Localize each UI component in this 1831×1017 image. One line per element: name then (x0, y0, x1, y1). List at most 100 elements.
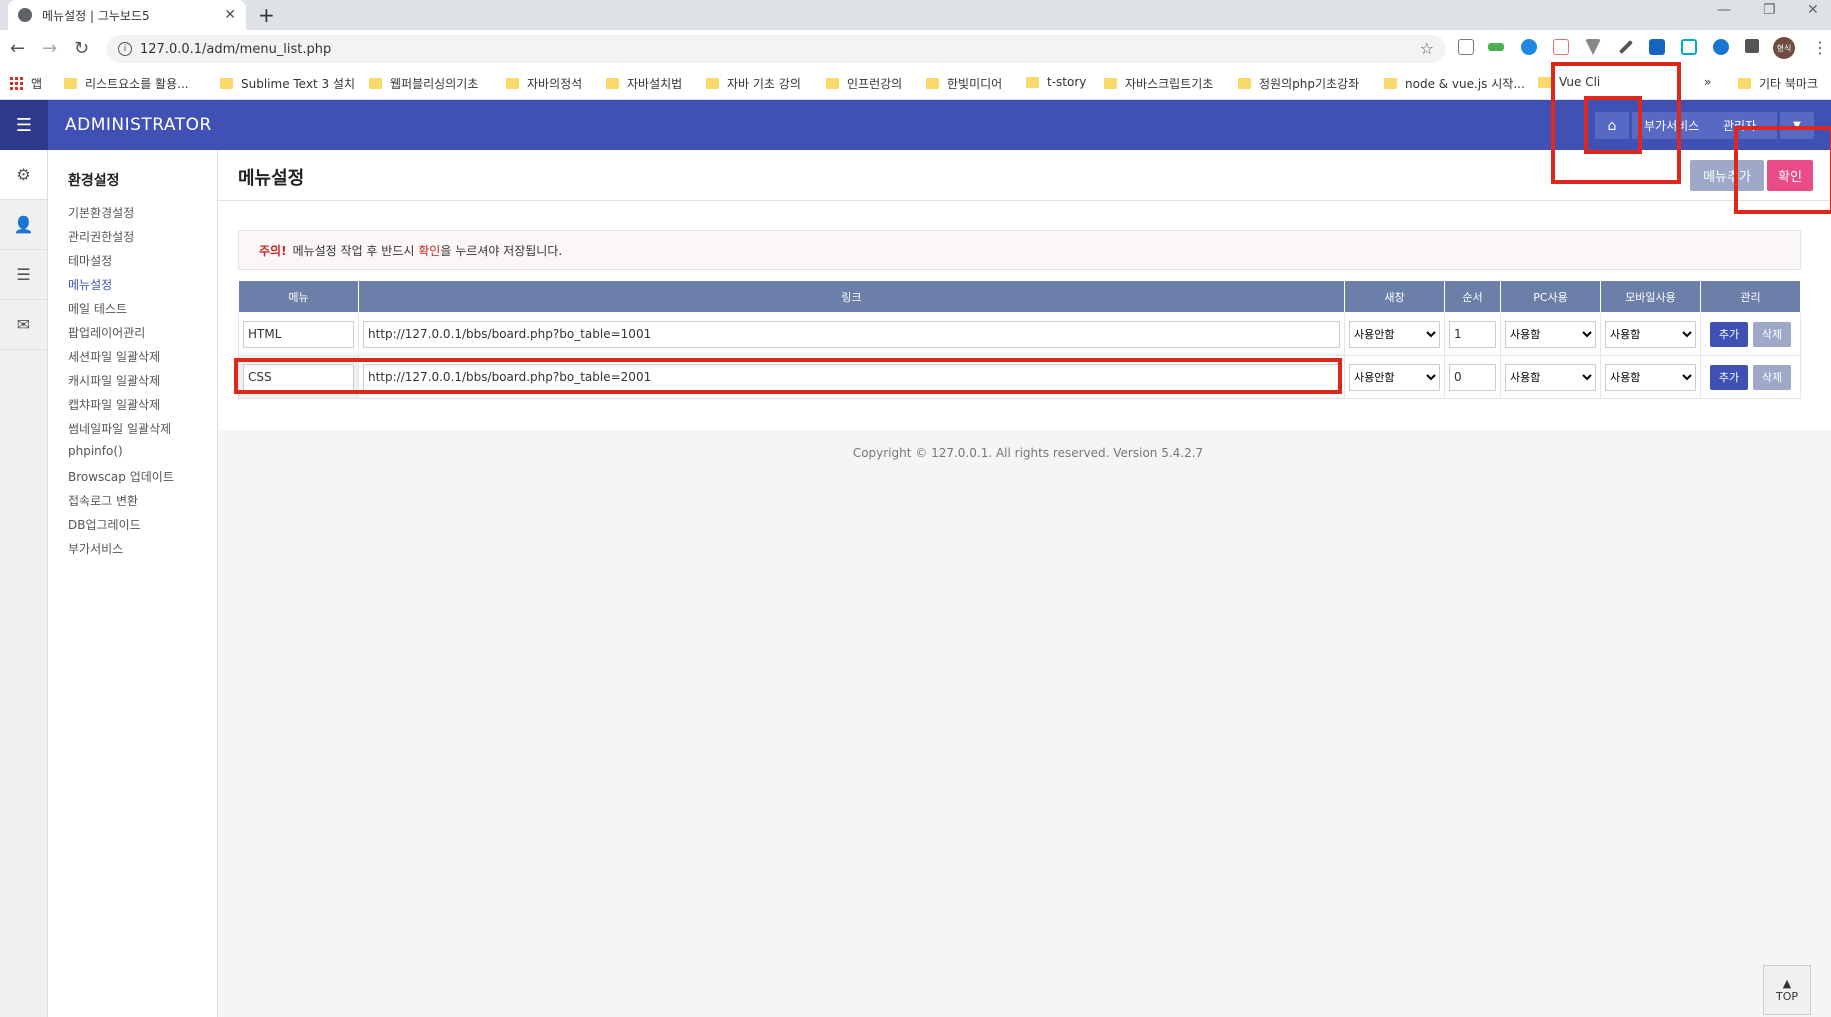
folder-icon (1384, 78, 1397, 89)
add-button[interactable]: 추가 (1710, 364, 1748, 390)
page-title: 메뉴설정 (238, 168, 305, 189)
close-tab-icon[interactable]: ✕ (224, 7, 236, 23)
calendar-extension-icon[interactable] (1553, 39, 1569, 55)
bookmark-label: 자바 기초 강의 (727, 77, 801, 91)
restore-icon[interactable]: ❐ (1763, 2, 1776, 18)
bookmark-label: Vue Cli (1559, 75, 1601, 89)
gear-icon[interactable]: ⚙ (0, 150, 47, 200)
url-input[interactable]: i 127.0.0.1/adm/menu_list.php ☆ (106, 35, 1446, 63)
apps-grid-icon (10, 77, 23, 90)
css-extension-icon[interactable] (1488, 43, 1504, 51)
chevron-down-icon[interactable]: ▼ (1780, 112, 1814, 139)
url-text: 127.0.0.1/adm/menu_list.php (140, 41, 332, 57)
extension-icon[interactable] (1458, 39, 1474, 55)
sidebar-item-cache-delete[interactable]: 캐시파일 일괄삭제 (68, 372, 160, 389)
bookmark-item[interactable]: 자바스크립트기초 (1104, 75, 1213, 92)
order-input[interactable] (1449, 363, 1496, 391)
sidebar-item-theme[interactable]: 테마설정 (68, 252, 112, 269)
user-icon[interactable]: 👤 (0, 200, 47, 250)
sidebar-item-log-convert[interactable]: 접속로그 변환 (68, 492, 138, 509)
addon-services-button[interactable]: 부가서비스 (1632, 112, 1712, 139)
sidebar-item-popup[interactable]: 팝업레이어관리 (68, 324, 145, 341)
bookmark-apps[interactable]: 앱 (10, 75, 42, 92)
mail-icon[interactable]: ✉ (0, 300, 47, 350)
browser-tab[interactable]: 메뉴설정 | 그누보드5 ✕ (8, 0, 246, 30)
minimize-icon[interactable]: — (1717, 2, 1731, 18)
mobile-use-select[interactable]: 사용함 (1605, 320, 1696, 348)
sidebar-item-mail-test[interactable]: 메일 테스트 (68, 300, 127, 317)
bookmark-item[interactable]: t-story (1026, 75, 1086, 89)
admin-header: ☰ ADMINISTRATOR ⌂ 부가서비스 관리자 ▼ (0, 100, 1831, 150)
pc-use-select[interactable]: 사용함 (1505, 320, 1596, 348)
globe-extension-icon[interactable] (1521, 39, 1537, 55)
new-window-select[interactable]: 사용안함 (1349, 320, 1440, 348)
menu-link-input[interactable] (363, 320, 1340, 348)
bookmark-item[interactable]: 인프런강의 (826, 75, 902, 92)
home-icon[interactable]: ⌂ (1595, 112, 1629, 139)
col-manage: 관리 (1700, 280, 1801, 313)
menu-link-input[interactable] (363, 363, 1340, 391)
pc-use-select[interactable]: 사용함 (1505, 363, 1596, 391)
sidebar-item-menu[interactable]: 메뉴설정 (68, 276, 112, 293)
menu-name-input[interactable] (243, 320, 354, 348)
sidebar-item-addon[interactable]: 부가서비스 (68, 540, 123, 557)
bookmark-item[interactable]: 웹퍼블리싱의기초 (369, 75, 478, 92)
globe-icon (18, 8, 32, 22)
sidebar-item-auth-config[interactable]: 관리권한설정 (68, 228, 134, 245)
profile-avatar[interactable]: 형식 (1773, 37, 1795, 59)
info-icon[interactable]: i (118, 42, 132, 56)
bookmark-item[interactable]: Sublime Text 3 설치 (220, 75, 355, 92)
new-window-select[interactable]: 사용안함 (1349, 363, 1440, 391)
icon-rail: ⚙ 👤 ☰ ✉ (0, 150, 48, 1017)
n-extension-icon[interactable] (1681, 39, 1697, 55)
bookmark-item[interactable]: 자바의정석 (506, 75, 582, 92)
top-label: TOP (1775, 990, 1798, 1003)
bookmark-item[interactable]: 자바 기초 강의 (706, 75, 801, 92)
brand-title[interactable]: ADMINISTRATOR (65, 115, 212, 135)
sidebar-item-phpinfo[interactable]: phpinfo() (68, 444, 123, 458)
mobile-use-select[interactable]: 사용함 (1605, 363, 1696, 391)
add-button[interactable]: 추가 (1710, 321, 1748, 347)
bookmark-item[interactable]: 리스트요소를 활용... (64, 75, 189, 92)
delete-button[interactable]: 삭제 (1753, 321, 1791, 347)
window-close-icon[interactable]: ✕ (1807, 2, 1819, 18)
forward-icon[interactable]: → (42, 38, 57, 59)
bookmark-item[interactable]: 한빛미디어 (926, 75, 1002, 92)
menu-name-input[interactable] (243, 363, 354, 391)
menu-table: 메뉴 링크 새창 순서 PC사용 모바일사용 관리 사용안함 사용함 사용함 추… (238, 280, 1801, 399)
bookmarks-bar: 앱 리스트요소를 활용... Sublime Text 3 설치 웹퍼블리싱의기… (0, 68, 1831, 100)
bookmark-item[interactable]: Vue Cli (1538, 75, 1600, 89)
sidebar-item-captcha-delete[interactable]: 캡챠파일 일괄삭제 (68, 396, 160, 413)
back-icon[interactable]: ← (10, 38, 25, 59)
scroll-top-button[interactable]: ▲ TOP (1763, 965, 1811, 1015)
puzzle-icon[interactable] (1745, 39, 1759, 53)
menu-add-button[interactable]: 메뉴추가 (1690, 160, 1764, 191)
bookmark-item[interactable]: node & vue.js 시작... (1384, 75, 1525, 92)
bookmark-item[interactable]: 자바설치법 (606, 75, 682, 92)
bookmark-star-icon[interactable]: ☆ (1420, 39, 1434, 58)
browser-menu-icon[interactable]: ⋮ (1812, 38, 1828, 57)
vue-extension-icon[interactable] (1585, 39, 1601, 55)
sidebar-item-session-delete[interactable]: 세션파일 일괄삭제 (68, 348, 160, 365)
list-icon[interactable]: ☰ (0, 250, 47, 300)
new-tab-icon[interactable]: + (258, 3, 275, 27)
sidebar-item-basic-config[interactable]: 기본환경설정 (68, 204, 134, 221)
order-input[interactable] (1449, 320, 1496, 348)
sidebar-item-browscap[interactable]: Browscap 업데이트 (68, 468, 174, 485)
eyedropper-icon[interactable] (1618, 39, 1634, 55)
confirm-button[interactable]: 확인 (1767, 160, 1813, 191)
bookmarks-overflow[interactable]: » (1704, 75, 1711, 89)
main-content: 메뉴설정 메뉴추가 확인 주의! 메뉴설정 작업 후 반드시 확인 을 누르셔야 … (218, 150, 1831, 430)
stamp-extension-icon[interactable] (1649, 39, 1665, 55)
menu-toggle-icon[interactable]: ☰ (0, 100, 48, 150)
sidebar-item-thumbnail-delete[interactable]: 썸네일파일 일괄삭제 (68, 420, 171, 437)
admin-button[interactable]: 관리자 (1711, 112, 1777, 139)
sphere-extension-icon[interactable] (1713, 39, 1729, 55)
table-row: 사용안함 사용함 사용함 추가삭제 (238, 312, 1801, 356)
folder-icon (1026, 76, 1039, 88)
sidebar-item-db-upgrade[interactable]: DB업그레이드 (68, 516, 141, 533)
bookmark-other[interactable]: 기타 북마크 (1738, 75, 1818, 92)
delete-button[interactable]: 삭제 (1753, 364, 1791, 390)
bookmark-item[interactable]: 정원의php기초강좌 (1238, 75, 1359, 92)
reload-icon[interactable]: ↻ (74, 38, 89, 59)
